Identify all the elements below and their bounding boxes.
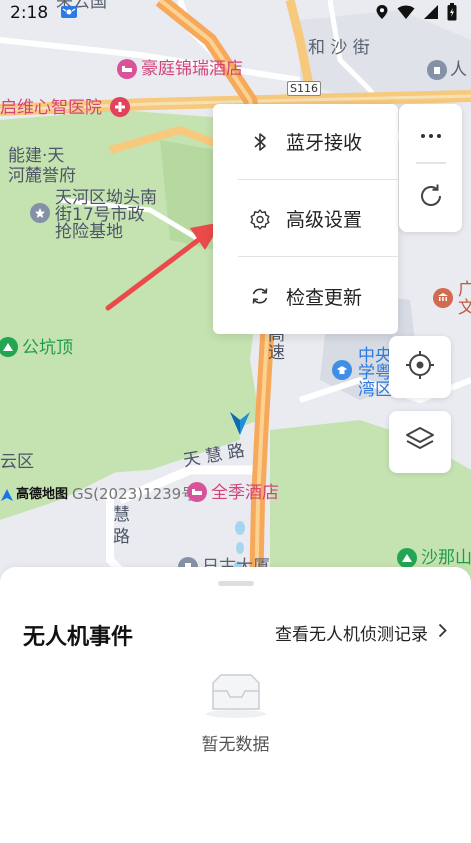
menu-item-check-update[interactable]: 检查更新 (238, 258, 398, 334)
map-gs-number: GS(2023)1239号 (72, 485, 197, 503)
refresh-button[interactable] (399, 164, 462, 232)
map-label-express-2: 速 (268, 343, 285, 363)
mountain-icon (397, 548, 417, 568)
locate-icon (404, 349, 436, 385)
refresh-icon (246, 286, 274, 306)
map-label-nengjian-1: 能建·天 (8, 146, 65, 166)
battery-icon (447, 3, 457, 25)
location-status-icon (375, 4, 389, 24)
locate-button[interactable] (389, 336, 451, 398)
menu-item-label: 蓝牙接收 (286, 132, 363, 154)
menu-item-label: 高级设置 (286, 209, 363, 231)
map-label-hotel-bottom: 全季酒店 (211, 483, 279, 503)
map-control-group (399, 104, 462, 232)
amap-logo: 高德地图 (0, 485, 68, 505)
chevron-right-icon (438, 623, 447, 642)
map-label-hospital: 启维心智医院 (0, 98, 102, 118)
star-poi-icon (30, 203, 50, 223)
map-label-shanashan: 沙那山 (421, 548, 471, 568)
road-sign-s116: S116 (287, 81, 321, 96)
sheet-title: 无人机事件 (23, 625, 134, 650)
map-label-cut-top-right: 人 (450, 60, 467, 80)
map-label-cut-right-1: 广 (458, 280, 471, 300)
map-label-hesha-street: 和 沙 街 (308, 38, 370, 58)
menu-item-label: 检查更新 (286, 286, 363, 309)
status-time: 2:18 (10, 3, 49, 23)
school-icon (332, 360, 352, 380)
status-bar: 2:18 (0, 0, 471, 26)
hotel-icon (187, 482, 207, 502)
map-label-park-cut: 云区 (0, 452, 34, 472)
drone-status-icon (60, 4, 78, 23)
landmark-icon (427, 60, 447, 80)
bluetooth-icon (246, 132, 274, 152)
wifi-icon (397, 4, 415, 24)
signal-icon (423, 4, 439, 24)
popup-menu: 蓝牙接收 高级设置 检查更新 (213, 104, 398, 334)
hotel-icon (117, 59, 137, 79)
map-label-hotel-top: 豪庭锦瑞酒店 (141, 59, 243, 79)
menu-item-advanced-settings[interactable]: 高级设置 (238, 181, 398, 257)
view-drone-records-link[interactable]: 查看无人机侦测记录 (275, 620, 447, 645)
more-button[interactable] (399, 104, 462, 162)
menu-item-bluetooth[interactable]: 蓝牙接收 (238, 104, 398, 180)
layers-icon (404, 425, 436, 459)
layers-button[interactable] (389, 411, 451, 473)
map-label-hui-road-2: 路 (113, 527, 130, 547)
sheet-drag-handle[interactable] (218, 581, 254, 586)
map-label-base-3: 抢险基地 (55, 222, 123, 242)
museum-icon (433, 288, 453, 308)
refresh-icon (417, 182, 445, 214)
settings-icon (246, 208, 274, 230)
hospital-icon (110, 97, 130, 117)
map-label-peak: 公坑顶 (22, 338, 73, 358)
view-drone-records-label: 查看无人机侦测记录 (275, 625, 428, 645)
empty-state-text: 暂无数据 (201, 735, 270, 755)
empty-inbox-icon (203, 671, 269, 723)
bottom-sheet: 无人机事件 查看无人机侦测记录 暂无数据 (0, 567, 471, 843)
map-label-cut-right-2: 文 (458, 298, 471, 318)
map-label-school-3: 湾区 (358, 380, 392, 400)
map-label-nengjian-2: 河麓誉府 (8, 166, 76, 186)
map-label-hui-road-1: 慧 (113, 505, 130, 525)
more-icon (420, 124, 442, 143)
